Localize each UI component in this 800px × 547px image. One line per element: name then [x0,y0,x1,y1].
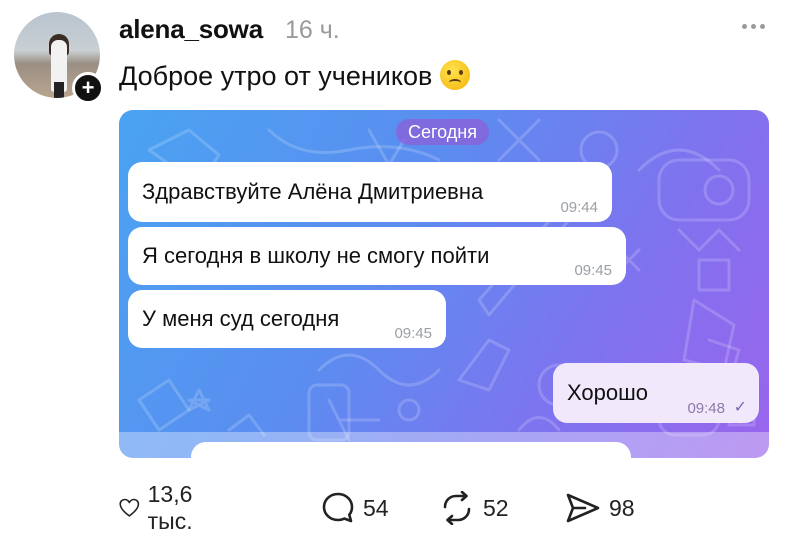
message-text: Я сегодня в школу не смогу пойти [142,243,490,268]
smiling-face-with-tear-emoji [440,60,471,90]
comment-count: 54 [363,494,389,521]
message-text: Здравствуйте Алёна Дмитриевна [142,179,484,204]
share-button[interactable]: 98 [565,488,635,528]
send-icon [566,493,600,523]
message-time: 09:45 [574,262,612,279]
post-time: 16 ч. [285,16,340,44]
repost-button[interactable]: 52 [439,488,509,528]
comment-bubble-icon [322,492,354,523]
post-text: Доброе утро от учеников [119,60,471,92]
share-count: 98 [609,494,635,521]
repost-count: 52 [483,494,509,521]
read-check-icon: ✓ [733,399,747,416]
message-time: 09:44 [560,199,598,216]
message-time: 09:48 [687,400,725,417]
post-caption: Доброе утро от учеников [119,61,433,91]
chat-date-separator: Сегодня [396,119,489,145]
more-dots-icon[interactable] [736,16,770,36]
chat-message-incoming[interactable]: Здравствуйте Алёна Дмитриевна 09:44 [128,162,612,222]
comment-button[interactable]: 54 [321,488,389,528]
chat-message-outgoing[interactable]: Хорошо 09:48 ✓ [553,363,759,423]
author-avatar-wrapper[interactable]: + [14,12,106,104]
username[interactable]: alena_sowa [119,14,263,45]
plus-icon[interactable]: + [72,72,104,104]
message-text: Хорошо [567,380,649,405]
repost-icon [443,491,471,525]
avatar-legs [54,82,64,98]
chat-input-field[interactable] [191,442,631,458]
chat-message-incoming[interactable]: Я сегодня в школу не смогу пойти 09:45 [128,227,626,285]
message-time: 09:45 [394,325,432,342]
message-text: У меня суд сегодня [142,306,340,331]
chat-screenshot[interactable]: Сегодня Здравствуйте Алёна Дмитриевна 09… [119,110,769,458]
heart-icon [119,498,140,517]
chat-message-incoming[interactable]: У меня суд сегодня 09:45 [128,290,446,348]
like-count: 13,6 тыс. [147,481,193,534]
like-button[interactable]: 13,6 тыс. [119,481,206,534]
